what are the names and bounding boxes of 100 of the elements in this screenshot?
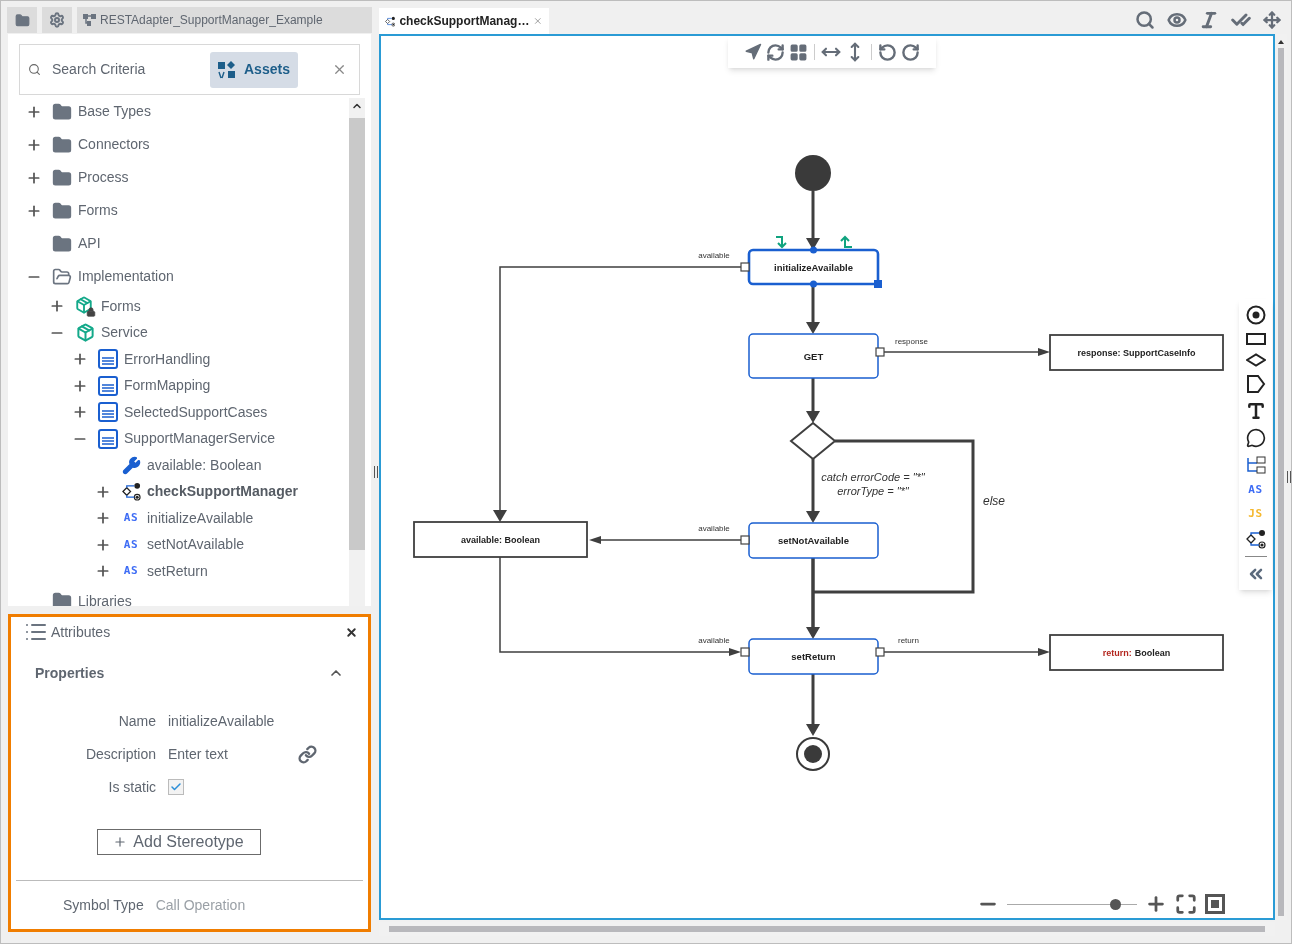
process-icon xyxy=(121,482,141,502)
text-tool-icon[interactable] xyxy=(1245,401,1266,421)
exit-arrow-icon xyxy=(840,235,853,248)
script-label: AS xyxy=(123,563,139,579)
refresh-icon[interactable] xyxy=(766,42,785,62)
diamond-icon[interactable] xyxy=(1245,353,1266,367)
zoom-in-icon[interactable] xyxy=(1145,893,1167,915)
add-stereotype-button[interactable]: Add Stereotype xyxy=(96,829,261,855)
field-label: Description xyxy=(84,744,156,764)
pin-label: return xyxy=(898,636,919,645)
folder-icon xyxy=(14,12,30,28)
locked-package-icon xyxy=(75,296,95,317)
tree-item-label[interactable]: Forms xyxy=(101,295,141,317)
move-icon[interactable] xyxy=(1263,11,1281,29)
pin xyxy=(875,647,885,657)
tree-item-label[interactable]: checkSupportManager xyxy=(147,481,298,503)
redo-icon[interactable] xyxy=(901,42,920,62)
pin xyxy=(740,262,750,272)
hierarchy-icon xyxy=(83,14,96,26)
tree-item-label[interactable]: SupportManagerService xyxy=(124,428,275,450)
tree-item-label[interactable]: SelectedSupportCases xyxy=(124,401,268,423)
tree-item-label[interactable]: Connectors xyxy=(78,134,150,155)
tree-item-label[interactable]: Process xyxy=(78,167,129,188)
tree-item-label[interactable]: Implementation xyxy=(78,266,174,287)
settings-tab[interactable] xyxy=(42,7,72,33)
flow-arrow xyxy=(806,378,820,423)
rectangle-icon[interactable] xyxy=(1245,332,1266,346)
else-label: else xyxy=(983,494,1005,508)
action-node[interactable]: setReturn xyxy=(748,638,879,675)
field-label: Is static xyxy=(107,777,156,797)
search-icon xyxy=(28,63,41,76)
checkbox[interactable] xyxy=(168,779,184,795)
settings-icon xyxy=(49,12,65,28)
splitter-handle[interactable] xyxy=(1287,471,1291,483)
text-field[interactable]: initializeAvailable xyxy=(168,710,288,732)
pin-label: available xyxy=(698,524,730,533)
close-icon[interactable] xyxy=(345,625,358,639)
class-icon xyxy=(98,402,118,423)
action-node[interactable]: setNotAvailable xyxy=(748,522,879,559)
tree-item-label[interactable]: Forms xyxy=(78,200,118,221)
pin-label: response xyxy=(895,337,928,346)
search-icon[interactable] xyxy=(1135,10,1155,30)
object-node[interactable]: available: Boolean xyxy=(413,521,588,558)
action-node[interactable]: GET xyxy=(748,333,879,379)
undo-icon[interactable] xyxy=(878,42,897,62)
tree-item-label[interactable]: setReturn xyxy=(147,560,208,582)
fit-to-screen-icon[interactable] xyxy=(1205,894,1225,914)
tree-item-label[interactable]: API xyxy=(78,233,101,254)
check-icon xyxy=(170,781,182,793)
section-title[interactable]: Properties xyxy=(35,662,105,684)
comment-icon[interactable] xyxy=(1245,428,1266,448)
class-icon xyxy=(98,375,118,396)
action-node[interactable]: initializeAvailable xyxy=(747,246,882,288)
grid-icon[interactable] xyxy=(789,42,808,62)
wrench-icon xyxy=(121,455,141,475)
object-node[interactable]: response: SupportCaseInfo xyxy=(1049,334,1224,371)
scrollbar[interactable] xyxy=(349,98,365,606)
project-tab[interactable]: RESTAdapter_SupportManager_Example xyxy=(77,7,372,33)
splitter-handle[interactable] xyxy=(374,466,378,478)
editor-tab[interactable]: checkSupportManag… xyxy=(379,8,549,34)
tree-item-label[interactable]: available: Boolean xyxy=(147,454,262,476)
end-node xyxy=(796,737,830,771)
object-node[interactable]: return: Boolean xyxy=(1049,634,1224,671)
assets-filter-button[interactable]: Assets xyxy=(210,51,298,88)
script-label: AS xyxy=(123,536,139,553)
fullscreen-icon[interactable] xyxy=(1175,893,1197,915)
signal-shape-icon[interactable] xyxy=(1245,374,1266,394)
tree-item-label[interactable]: Libraries xyxy=(78,590,132,606)
guard-label: errorType = "*" xyxy=(837,485,909,497)
folder-tab[interactable] xyxy=(7,7,37,33)
navigation-icon[interactable] xyxy=(744,43,762,61)
flow-arrow xyxy=(806,674,820,736)
initial-node-icon[interactable] xyxy=(1245,305,1266,325)
tree-item-label[interactable]: Base Types xyxy=(78,101,151,122)
tree-item-label[interactable]: ErrorHandling xyxy=(124,348,211,370)
pin xyxy=(740,535,750,545)
zoom-slider-thumb[interactable] xyxy=(1109,898,1121,910)
class-icon xyxy=(98,349,118,370)
folder-icon xyxy=(52,233,72,254)
eye-icon[interactable] xyxy=(1167,10,1187,30)
zoom-slider-track[interactable] xyxy=(1007,898,1137,910)
tree-item-label[interactable]: setNotAvailable xyxy=(147,534,245,556)
tree-item-label[interactable]: initializeAvailable xyxy=(147,507,254,529)
open-folder-icon xyxy=(52,266,72,287)
structure-icon[interactable] xyxy=(1245,455,1266,475)
field-label: Symbol Type xyxy=(63,895,144,915)
folder-icon xyxy=(52,134,72,155)
tree-item-label[interactable]: FormMapping xyxy=(124,375,211,397)
guard-label: catch errorCode = "*" xyxy=(821,471,925,483)
symbol-type-value: Call Operation xyxy=(155,895,246,915)
folder-icon xyxy=(52,167,72,188)
flow-arrow xyxy=(806,191,820,250)
search-field[interactable]: Search Criteria xyxy=(52,59,202,80)
folder-icon xyxy=(52,200,72,221)
pin-label: available xyxy=(698,251,730,260)
italic-text-icon[interactable] xyxy=(1199,10,1219,30)
tree-item-label[interactable]: Service xyxy=(101,322,148,344)
script-tool[interactable]: AS xyxy=(1248,482,1263,499)
link-icon[interactable] xyxy=(298,744,317,764)
text-field[interactable]: Enter text xyxy=(168,743,288,765)
